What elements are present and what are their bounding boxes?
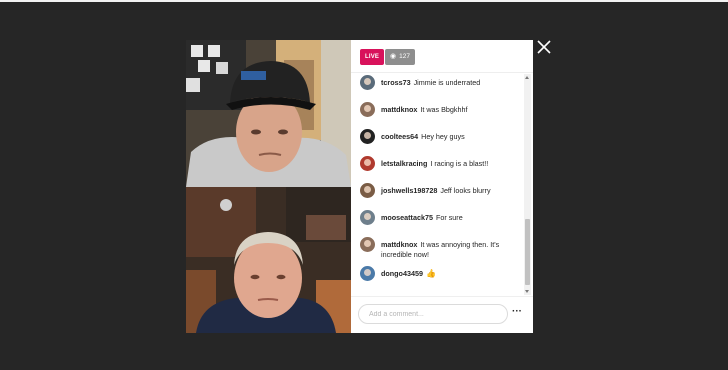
comment-item: mattdknox It was Bbgkhhf: [360, 102, 523, 117]
comments-scrollbar[interactable]: [524, 74, 531, 295]
comment-username[interactable]: dongo43459: [381, 269, 423, 278]
comment-item: joshwells198728 Jeff looks blurry: [360, 183, 523, 198]
comment-input[interactable]: [358, 304, 508, 324]
comment-item: tcross73 Jimmie is underrated: [360, 75, 523, 90]
browser-top-edge: [0, 0, 728, 2]
more-options-icon[interactable]: ···: [509, 307, 525, 321]
viewer-count-badge: ◉ 127: [385, 49, 415, 65]
comment-text: I racing is a blast!!: [430, 159, 489, 168]
live-badge: LIVE: [360, 49, 385, 65]
comment-username[interactable]: letstalkracing: [381, 159, 427, 168]
comment-text-block: tcross73 Jimmie is underrated: [381, 78, 523, 88]
scroll-up-arrow-icon[interactable]: [525, 76, 529, 79]
comment-text-block: mattdknox It was Bbgkhhf: [381, 105, 523, 115]
live-header: LIVE ◉ 127: [351, 40, 533, 73]
comment-username[interactable]: mattdknox: [381, 105, 417, 114]
avatar[interactable]: [360, 75, 375, 90]
comment-text: Hey hey guys: [421, 132, 465, 141]
comment-text-block: letstalkracing I racing is a blast!!: [381, 159, 523, 169]
comment-text: For sure: [435, 213, 463, 222]
comment-username[interactable]: mattdknox: [381, 240, 417, 249]
live-comments-panel: LIVE ◉ 127 tcross73 Jimmie is underrated …: [351, 40, 533, 333]
top-video-frame: [186, 40, 351, 187]
live-video-modal: LIVE ◉ 127 tcross73 Jimmie is underrated …: [186, 40, 533, 333]
comment-footer: ···: [351, 296, 533, 333]
comment-item: mattdknox It was annoying then. It's incr…: [360, 237, 521, 259]
live-video-feed[interactable]: [186, 40, 351, 333]
bottom-video-frame: [186, 187, 351, 333]
comment-text: Jimmie is underrated: [413, 78, 481, 87]
avatar[interactable]: [360, 210, 375, 225]
close-icon: [537, 40, 551, 54]
comments-list[interactable]: tcross73 Jimmie is underrated mattdknox It…: [351, 73, 523, 295]
avatar[interactable]: [360, 156, 375, 171]
comment-username[interactable]: mooseattack75: [381, 213, 433, 222]
avatar[interactable]: [360, 237, 375, 252]
video-frames: [186, 40, 351, 333]
comment-item: cooltees64 Hey hey guys: [360, 129, 523, 144]
comment-username[interactable]: joshwells198728: [381, 186, 437, 195]
comment-text: It was Bbgkhhf: [420, 105, 468, 114]
eye-icon: ◉: [390, 53, 397, 60]
comment-text: Jeff looks blurry: [440, 186, 491, 195]
avatar[interactable]: [360, 102, 375, 117]
avatar[interactable]: [360, 129, 375, 144]
comment-text-block: cooltees64 Hey hey guys: [381, 132, 523, 142]
scroll-down-arrow-icon[interactable]: [525, 290, 529, 293]
thumbs-up-emoji: 👍: [425, 269, 436, 278]
comment-text-block: mattdknox It was annoying then. It's incr…: [381, 240, 521, 259]
comment-item: mooseattack75 For sure: [360, 210, 523, 225]
viewer-count: 127: [399, 53, 410, 60]
comment-item: dongo43459 👍: [360, 266, 523, 281]
comment-text-block: dongo43459 👍: [381, 269, 523, 279]
close-button[interactable]: [535, 38, 553, 56]
comment-text-block: joshwells198728 Jeff looks blurry: [381, 186, 523, 196]
avatar[interactable]: [360, 266, 375, 281]
avatar[interactable]: [360, 183, 375, 198]
comment-item: letstalkracing I racing is a blast!!: [360, 156, 523, 171]
comment-username[interactable]: cooltees64: [381, 132, 418, 141]
comment-text-block: mooseattack75 For sure: [381, 213, 523, 223]
comment-username[interactable]: tcross73: [381, 78, 411, 87]
scrollbar-thumb[interactable]: [525, 219, 530, 285]
